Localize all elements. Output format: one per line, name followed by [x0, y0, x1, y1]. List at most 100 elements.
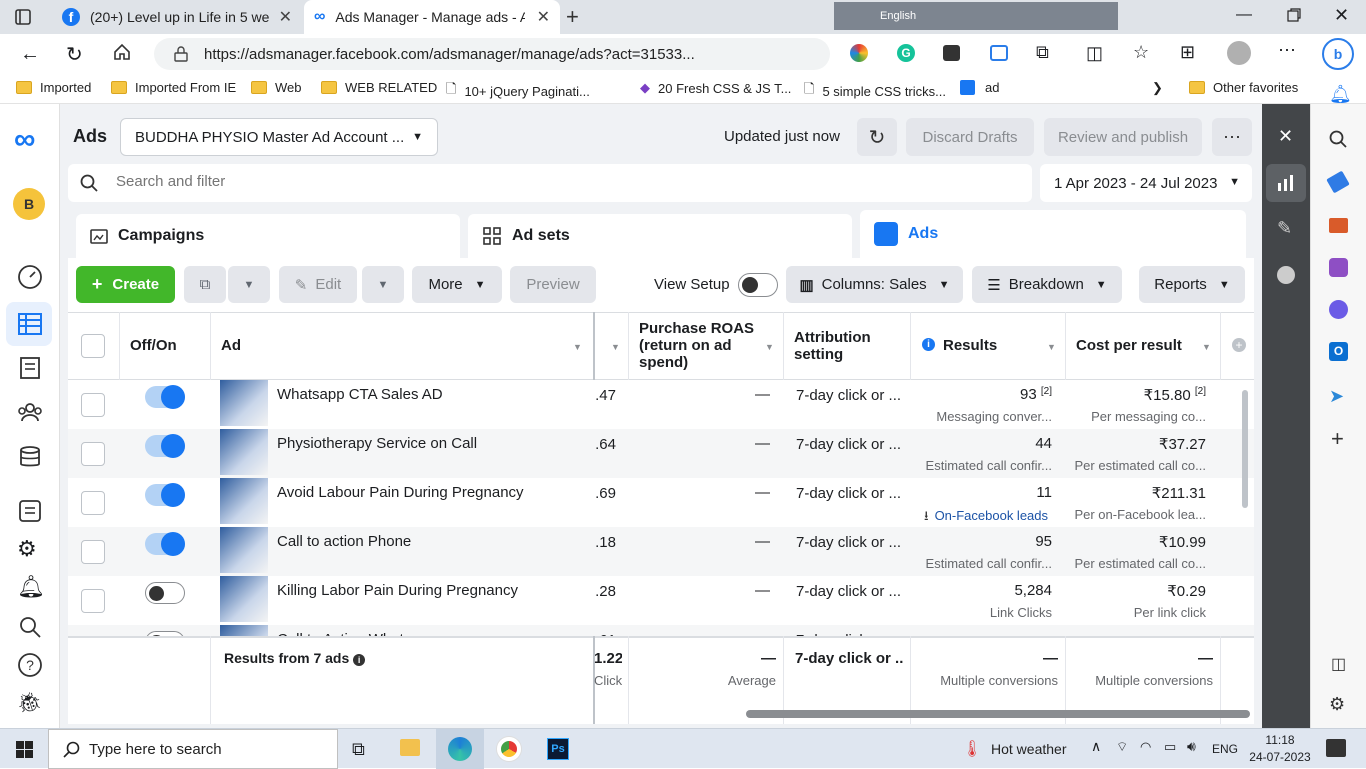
header-attribution[interactable]: Attribution setting [794, 329, 894, 363]
help-icon[interactable]: ? [17, 652, 43, 678]
extension-icon[interactable] [990, 45, 1008, 61]
games-icon[interactable] [1329, 258, 1348, 277]
row-checkbox[interactable] [81, 442, 105, 466]
bookmark-ad[interactable]: ad [960, 80, 999, 95]
close-tab-icon[interactable]: ✕ [529, 7, 550, 27]
account-avatar[interactable]: B [13, 188, 45, 220]
date-range-picker[interactable]: 1 Apr 2023 - 24 Jul 2023 ▼ [1040, 164, 1252, 202]
file-explorer-icon[interactable] [400, 739, 420, 756]
ad-status-toggle[interactable] [145, 532, 185, 556]
discard-drafts-button[interactable]: Discard Drafts [906, 118, 1034, 156]
tray-chevron-icon[interactable]: ∧ [1091, 738, 1101, 755]
ad-thumbnail[interactable] [220, 380, 268, 426]
back-icon[interactable]: ← [20, 43, 40, 66]
columns-button[interactable]: ▥ Columns: Sales ▼ [786, 266, 963, 303]
duplicate-button[interactable]: ⧉ [184, 266, 226, 303]
select-all-checkbox[interactable] [81, 334, 105, 358]
refresh-icon[interactable]: ↻ [66, 42, 83, 67]
task-view-icon[interactable]: ⧉ [352, 739, 365, 760]
add-column-icon[interactable]: + [1232, 338, 1246, 352]
edge-taskbar-item[interactable] [436, 729, 484, 769]
bookmark-css-tricks[interactable]: 🗋 5 simple CSS tricks... [804, 80, 946, 102]
tab-ads-manager[interactable]: ∞ Ads Manager - Manage ads - Ad ✕ [304, 0, 560, 34]
ad-name[interactable]: Avoid Labour Pain During Pregnancy [277, 484, 587, 501]
wifi-icon[interactable]: ◠ [1140, 739, 1151, 755]
bookmark-jquery[interactable]: 🗋 10+ jQuery Paginati... [446, 80, 590, 102]
chrome-icon[interactable] [497, 737, 521, 761]
duplicate-dropdown[interactable]: ▼ [228, 266, 270, 303]
extension-chrome-icon[interactable] [850, 44, 868, 62]
close-tab-icon[interactable]: ✕ [271, 7, 292, 27]
search-nav-icon[interactable] [17, 614, 43, 640]
volume-icon[interactable]: 🔊︎ [1187, 738, 1196, 755]
pages-icon[interactable] [17, 498, 43, 524]
results-number[interactable]: 95 [1035, 533, 1052, 550]
microsoft365-icon[interactable] [1329, 300, 1348, 319]
row-checkbox[interactable] [81, 589, 105, 613]
ad-status-toggle[interactable] [145, 434, 185, 458]
more-button[interactable]: More ▼ [412, 266, 502, 303]
edit-pencil-icon[interactable]: ✎ [1277, 218, 1292, 239]
home-icon[interactable] [112, 42, 132, 62]
favorites-icon[interactable]: ☆ [1133, 42, 1149, 63]
notification-bell-icon[interactable]: 🔔︎ [1329, 84, 1352, 105]
tab-campaigns[interactable]: Campaigns [76, 214, 460, 258]
collections-icon[interactable]: ⊞ [1180, 42, 1195, 63]
reports-button[interactable]: Reports ▼ [1139, 266, 1245, 303]
report-bug-icon[interactable]: 🐞︎ [17, 690, 43, 716]
settings-more-icon[interactable]: ⋯ [1278, 40, 1296, 61]
bookmark-other-favorites[interactable]: Other favorites [1189, 80, 1298, 95]
taskbar-search[interactable]: Type here to search [48, 729, 338, 769]
reports-icon[interactable] [17, 355, 43, 381]
ad-name[interactable]: Physiotherapy Service on Call [277, 435, 587, 452]
header-onoff[interactable]: Off/On [130, 337, 177, 354]
outlook-icon[interactable]: O [1329, 342, 1348, 361]
sort-caret-icon[interactable]: ▼ [765, 342, 774, 352]
input-language[interactable]: ENG [1212, 742, 1238, 756]
ad-name[interactable]: Whatsapp CTA Sales AD [277, 386, 587, 403]
audiences-icon[interactable] [17, 399, 43, 425]
dashboard-gauge-icon[interactable] [17, 264, 43, 290]
edit-button[interactable]: ✎ Edit [279, 266, 357, 303]
cost-number[interactable]: ₹10.99 [1159, 534, 1206, 551]
shopping-tag-icon[interactable] [1326, 170, 1350, 194]
preview-button[interactable]: Preview [510, 266, 596, 303]
manage-campaigns-table-icon[interactable] [17, 311, 43, 337]
info-icon[interactable]: i [353, 654, 366, 666]
history-clock-icon[interactable] [1277, 266, 1295, 284]
row-checkbox[interactable] [81, 540, 105, 564]
close-panel-icon[interactable]: ✕ [1278, 126, 1293, 147]
search-input[interactable] [116, 173, 996, 190]
ad-status-toggle[interactable] [145, 483, 185, 507]
row-checkbox[interactable] [81, 393, 105, 417]
create-button[interactable]: + Create [76, 266, 175, 303]
extension-icon[interactable] [943, 45, 960, 61]
cost-number[interactable]: ₹211.31 [1152, 485, 1206, 502]
bing-icon[interactable]: b [1322, 38, 1354, 70]
settings-gear-icon[interactable]: ⚙ [17, 536, 43, 562]
sort-caret-icon[interactable]: ▼ [611, 342, 620, 352]
results-number[interactable]: 11 [1036, 484, 1052, 501]
billing-coins-icon[interactable] [17, 444, 43, 470]
grammarly-icon[interactable]: G [897, 44, 915, 62]
address-bar[interactable]: https://adsmanager.facebook.com/adsmanag… [154, 38, 830, 70]
row-checkbox[interactable] [81, 491, 105, 515]
ime-language[interactable]: English [880, 10, 916, 22]
refresh-button[interactable]: ↻ [857, 118, 897, 156]
bookmark-imported[interactable]: Imported [16, 80, 91, 95]
ad-thumbnail[interactable] [220, 527, 268, 573]
minimize-icon[interactable]: — [1236, 6, 1252, 24]
header-results[interactable]: Results [943, 337, 997, 354]
sort-caret-icon[interactable]: ▼ [1047, 342, 1056, 352]
bookmark-imported-from-ie[interactable]: Imported From IE [111, 80, 236, 95]
vertical-scrollbar[interactable] [1242, 390, 1248, 508]
sort-caret-icon[interactable]: ▼ [1202, 342, 1211, 352]
tools-briefcase-icon[interactable] [1329, 218, 1348, 233]
view-setup-toggle[interactable] [738, 273, 778, 297]
breakdown-button[interactable]: ☰ Breakdown ▼ [972, 266, 1122, 303]
hide-sidebar-icon[interactable]: ◫ [1331, 654, 1346, 674]
horizontal-scrollbar[interactable] [746, 710, 1250, 718]
send-icon[interactable]: ➤ [1329, 386, 1344, 407]
add-sidebar-app-icon[interactable]: + [1331, 426, 1344, 452]
windows-start-icon[interactable] [16, 741, 33, 758]
